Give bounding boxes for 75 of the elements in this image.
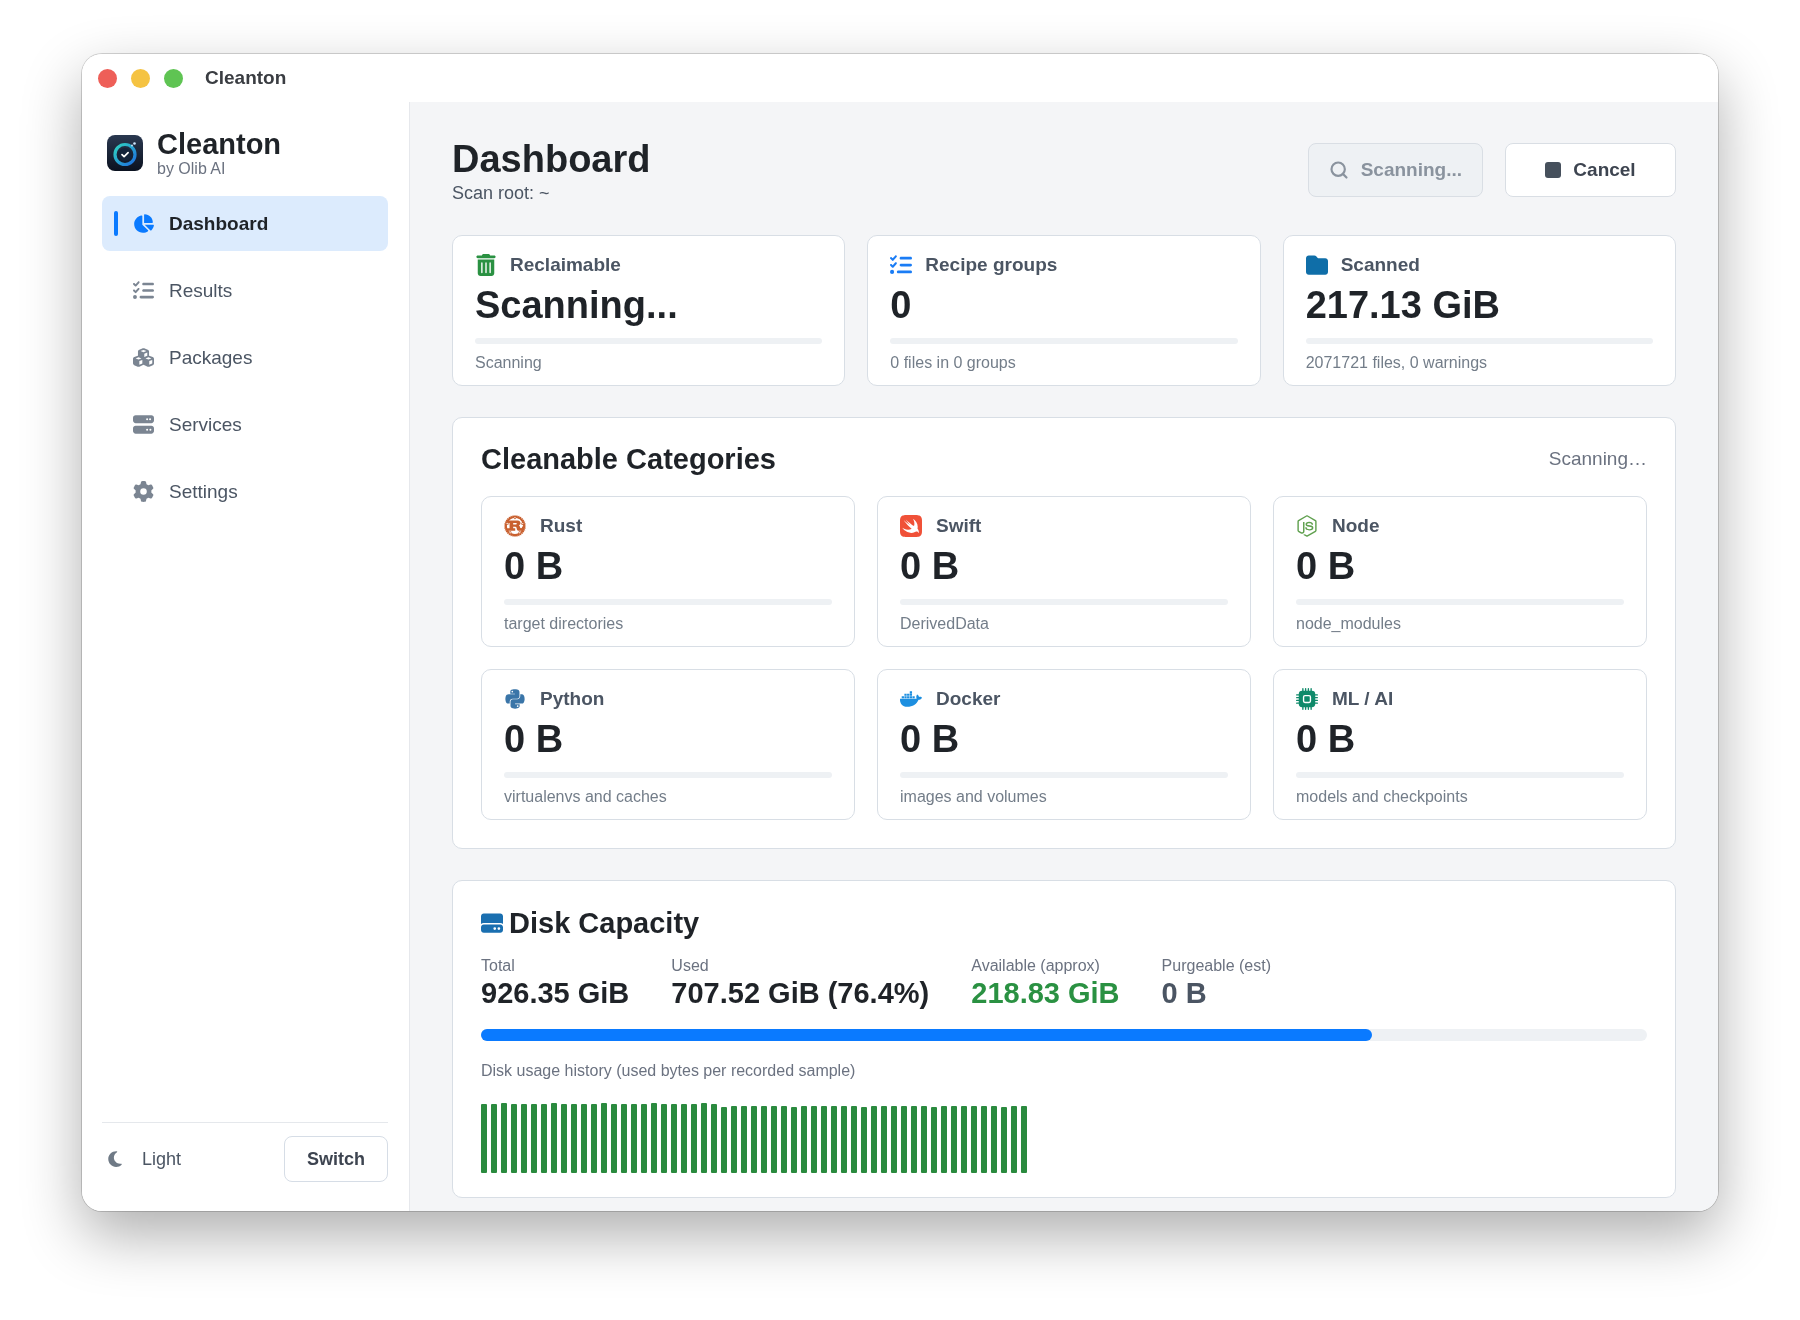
gear-icon (133, 481, 154, 502)
nav-item[interactable]: Dashboard (102, 196, 388, 251)
card-value: 0 (890, 283, 913, 327)
python-logo-icon (504, 688, 526, 710)
app-logo-icon (107, 135, 143, 171)
scan-status: Scanning… (1548, 448, 1647, 470)
category-size: 0 B (900, 544, 961, 588)
nav-item[interactable]: Packages (102, 330, 388, 385)
stat-label: Total (481, 956, 516, 976)
card-caption: Scanning (475, 353, 543, 373)
stop-icon (1545, 162, 1562, 178)
page-title: Dashboard (452, 138, 651, 180)
app-name: Cleanton (157, 128, 282, 160)
stat-label: Purgeable (est) (1161, 956, 1271, 976)
swift-logo-icon (900, 515, 922, 537)
whale-icon (900, 688, 922, 710)
selection-indicator (114, 211, 118, 236)
switch-button[interactable]: Switch (284, 1136, 388, 1182)
rust-logo-icon (504, 515, 526, 537)
window-title: Cleanton (205, 67, 287, 89)
zoom-window-button[interactable] (164, 68, 183, 88)
category-caption: DerivedData (900, 614, 990, 634)
drive-icon (481, 912, 503, 934)
stat-value: 0 B (1161, 976, 1208, 1010)
card-label: Reclaimable (510, 254, 621, 276)
pie-chart-icon (133, 213, 154, 234)
card-value: Scanning... (475, 283, 679, 327)
card-caption: 0 files in 0 groups (890, 353, 1017, 373)
search-icon (1328, 160, 1349, 180)
checklist-icon (890, 254, 913, 276)
card-caption: 2071721 files, 0 warnings (1305, 353, 1489, 373)
nav-item[interactable]: Services (102, 397, 388, 452)
category-caption: node_modules (1296, 614, 1402, 634)
category-name: Node (1332, 515, 1380, 537)
category-caption: target directories (504, 614, 625, 634)
nav-item[interactable]: Settings (102, 464, 388, 519)
category-size: 0 B (504, 717, 565, 761)
card-label: Scanned (1340, 254, 1420, 276)
theme-label: Light (142, 1148, 182, 1170)
close-window-button[interactable] (98, 68, 117, 88)
section-title: Cleanable Categories (481, 442, 776, 476)
page-subtitle: Scan root: ~ (452, 182, 551, 204)
stat-label: Used (671, 956, 710, 976)
category-name: Swift (936, 515, 982, 537)
history-label: Disk usage history (used bytes per recorded sample) (481, 1061, 857, 1081)
category-size: 0 B (504, 544, 565, 588)
cancel-button[interactable]: Cancel (1505, 143, 1676, 197)
section-title: Disk Capacity (509, 906, 700, 940)
cubes-icon (133, 347, 154, 368)
stat-value: 218.83 GiB (971, 976, 1120, 1010)
category-caption: models and checkpoints (1296, 787, 1469, 807)
stat-value: 926.35 GiB (481, 976, 630, 1010)
stat-label: Available (approx) (971, 956, 1101, 976)
category-caption: virtualenvs and caches (504, 787, 668, 807)
category-name: Rust (540, 515, 583, 537)
category-size: 0 B (900, 717, 961, 761)
card-label: Recipe groups (925, 254, 1058, 276)
folder-icon (1305, 254, 1328, 276)
hexagon-js-icon (1296, 515, 1318, 537)
nav-item[interactable]: Results (102, 263, 388, 318)
card-value: 217.13 GiB (1305, 283, 1501, 327)
category-size: 0 B (1296, 717, 1357, 761)
category-name: Python (540, 688, 605, 710)
minimize-window-button[interactable] (131, 68, 150, 88)
trash-icon (475, 254, 497, 276)
stat-value: 707.52 GiB (76.4%) (671, 976, 930, 1010)
checklist-icon (133, 280, 154, 301)
category-name: Docker (936, 688, 1001, 710)
category-size: 0 B (1296, 544, 1357, 588)
app-subtitle: by Olib AI (157, 160, 227, 178)
moon-icon (106, 1150, 124, 1168)
server-icon (133, 414, 154, 435)
category-name: ML / AI (1332, 688, 1394, 710)
chip-icon (1296, 688, 1318, 710)
category-caption: images and volumes (900, 787, 1048, 807)
